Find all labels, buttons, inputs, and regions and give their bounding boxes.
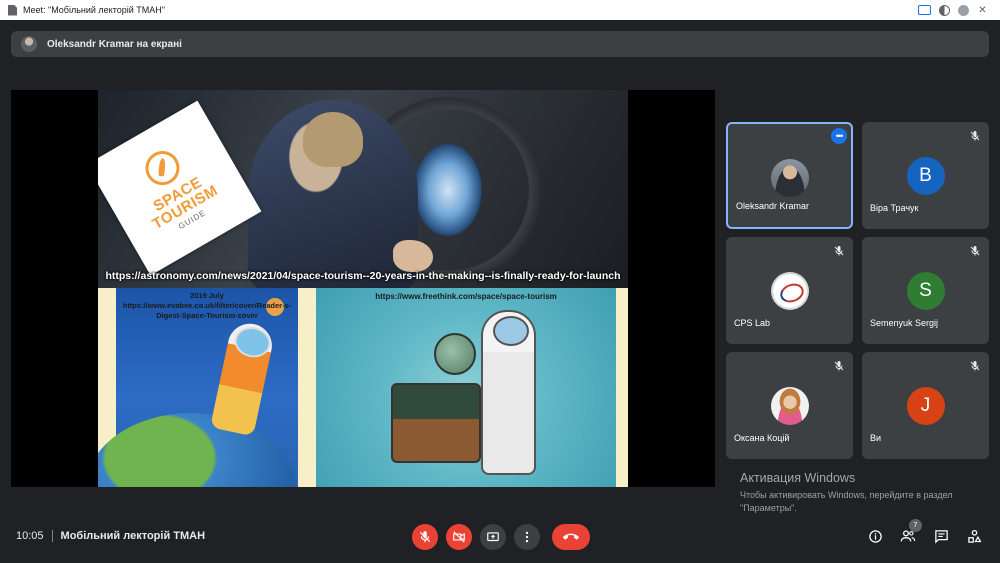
participant-name: Oleksandr Kramar — [736, 201, 810, 211]
logo-title: SPACE TOURISM — [149, 173, 221, 233]
magazine-caption: 2019 July https://www.evabee.co.uk/filte… — [98, 291, 316, 321]
window-title: Meet: "Мобільний лекторій ТМАН" — [23, 5, 165, 15]
presenter-bar: Oleksandr Kramar на екрані — [11, 31, 989, 57]
participant-tile-semenyuk[interactable]: S Semenyuk Sergij — [862, 237, 989, 344]
participant-avatar — [770, 159, 809, 197]
participant-name: Ви — [870, 433, 882, 443]
participant-avatar — [770, 272, 809, 310]
globe-illustration — [434, 333, 476, 375]
camera-off-icon — [453, 531, 465, 543]
activities-button[interactable] — [966, 528, 982, 544]
more-options-button[interactable]: ••• — [831, 128, 847, 144]
caption-url-2: Digest-Space-Tourism-cover — [156, 311, 258, 320]
participant-name: Оксана Коцій — [734, 433, 790, 443]
activities-icon — [967, 529, 982, 543]
astronaut-illustration — [481, 310, 536, 475]
windows-activation-watermark: Активация Windows Чтобы активировать Win… — [740, 471, 980, 515]
mic-off-icon — [970, 246, 980, 256]
astronaut-luggage-panel: https://www.freethink.com/space/space-to… — [316, 288, 628, 487]
hand — [393, 240, 433, 272]
participant-tile-cps-lab[interactable]: CPS Lab — [726, 237, 853, 344]
participant-name: Semenyuk Sergij — [870, 318, 939, 328]
participant-tile-oksana[interactable]: Оксана Коцій — [726, 352, 853, 459]
caption-url-1: https://www.evabee.co.uk/filter/cover/Re… — [122, 301, 292, 310]
astronaut-girl-illustration — [210, 319, 276, 437]
participant-name: Віра Трачук — [870, 203, 919, 213]
call-controls — [412, 524, 590, 550]
participant-avatar: В — [906, 157, 945, 195]
presentation-slide: SPACE TOURISM GUIDE https://astronomy.co… — [98, 90, 628, 487]
hang-up-icon — [563, 533, 579, 540]
slide-url-top: https://astronomy.com/news/2021/04/space… — [105, 270, 621, 282]
mic-off-icon — [970, 131, 980, 141]
earth-illustration — [98, 413, 296, 487]
meeting-title: Мобільний лекторій ТМАН — [60, 530, 206, 542]
suitcases-illustration — [391, 383, 481, 463]
settings-icon[interactable] — [958, 4, 969, 16]
camera-toggle-button[interactable] — [446, 524, 472, 550]
shared-screen[interactable]: SPACE TOURISM GUIDE https://astronomy.co… — [11, 90, 715, 487]
presenter-avatar — [21, 36, 37, 52]
participant-name: CPS Lab — [734, 318, 771, 328]
chat-icon — [934, 529, 948, 544]
participant-tile-self[interactable]: J Ви — [862, 352, 989, 459]
participant-count-badge: 7 — [909, 519, 922, 532]
presenter-label: Oleksandr Kramar на екрані — [47, 38, 182, 50]
magazine-cover-panel: 2019 July https://www.evabee.co.uk/filte… — [98, 288, 316, 487]
space-window-photo: SPACE TOURISM GUIDE https://astronomy.co… — [98, 90, 628, 290]
mic-off-icon — [834, 246, 844, 256]
side-controls: 7 — [867, 519, 982, 544]
man-hair — [303, 112, 363, 167]
window-titlebar: Meet: "Мобільний лекторій ТМАН" ✕ — [0, 0, 1000, 20]
participants-button[interactable]: 7 — [900, 519, 922, 544]
present-screen-icon — [487, 532, 499, 542]
contrast-icon[interactable] — [939, 4, 950, 16]
participant-tile-vira[interactable]: В Віра Трачук — [862, 122, 989, 229]
bottom-toolbar: 10:05 Мобільний лекторій ТМАН 7 — [0, 513, 1000, 563]
caption-date: 2019 July — [190, 291, 224, 300]
participant-avatar: S — [906, 272, 945, 310]
participant-tile-oleksandr[interactable]: ••• Oleksandr Kramar — [726, 122, 853, 229]
mic-off-icon — [834, 361, 844, 371]
meeting-details-button[interactable] — [867, 528, 883, 544]
participant-avatar: J — [906, 387, 945, 425]
share-tab-icon[interactable] — [918, 5, 931, 15]
document-icon — [8, 4, 17, 16]
clock: 10:05 — [16, 530, 44, 542]
chat-button[interactable] — [933, 528, 949, 544]
leave-call-button[interactable] — [552, 524, 590, 550]
participant-avatar — [770, 387, 809, 425]
more-options-button[interactable] — [514, 524, 540, 550]
more-vert-icon — [525, 531, 529, 543]
present-screen-button[interactable] — [480, 524, 506, 550]
info-icon — [868, 529, 882, 543]
freethink-caption: https://www.freethink.com/space/space-to… — [375, 292, 557, 301]
mic-off-icon — [970, 361, 980, 371]
close-icon[interactable]: ✕ — [977, 5, 988, 16]
watermark-text: Чтобы активировать Windows, перейдите в … — [740, 490, 953, 513]
meeting-info: 10:05 Мобільний лекторій ТМАН — [16, 530, 205, 542]
watermark-title: Активация Windows — [740, 471, 856, 485]
microphone-toggle-button[interactable] — [412, 524, 438, 550]
mic-off-icon — [419, 531, 431, 543]
space-tourism-logo: SPACE TOURISM GUIDE — [98, 100, 262, 276]
divider — [51, 530, 53, 542]
